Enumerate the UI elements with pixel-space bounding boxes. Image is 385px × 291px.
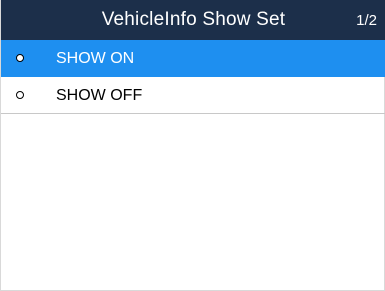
option-label: SHOW OFF [56, 87, 143, 104]
page-title: VehicleInfo Show Set [101, 9, 286, 30]
title-bar: VehicleInfo Show Set 1/2 [1, 0, 385, 40]
option-show-on[interactable]: SHOW ON [1, 40, 385, 77]
show-setting-options: SHOW ON SHOW OFF [1, 40, 385, 114]
vehicle-info-show-set-screen: VehicleInfo Show Set 1/2 SHOW ON SHOW OF… [0, 0, 385, 291]
radio-selected-icon [16, 54, 24, 62]
option-label: SHOW ON [56, 50, 135, 67]
option-show-off[interactable]: SHOW OFF [1, 77, 385, 114]
radio-unselected-icon [16, 91, 24, 99]
page-indicator: 1/2 [356, 12, 377, 29]
